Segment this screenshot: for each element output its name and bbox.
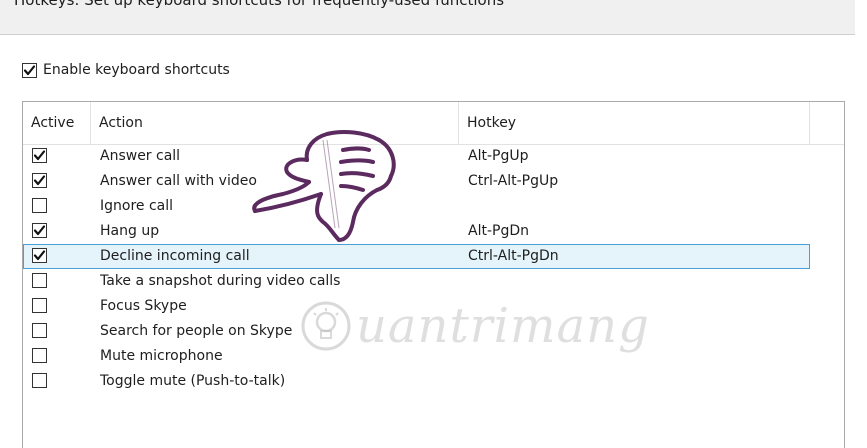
action-cell: Ignore call [100,198,174,214]
banner-text: Hotkeys: Set up keyboard shortcuts for f… [14,0,505,9]
table-row[interactable]: Search for people on Skype [23,319,810,344]
action-cell: Focus Skype [100,298,187,314]
action-cell: Answer call with video [100,173,257,189]
table-header: Active Action Hotkey [23,102,844,145]
hotkey-cell[interactable]: Ctrl-Alt-PgDn [468,248,559,264]
table-row[interactable]: Toggle mute (Push-to-talk) [23,369,810,394]
hotkeys-options-page: Hotkeys: Set up keyboard shortcuts for f… [0,0,867,448]
table-body: Answer call Alt-PgUp Answer call with vide… [23,144,844,394]
table-row[interactable]: Ignore call [23,194,810,219]
active-checkbox[interactable] [32,198,47,213]
column-header-hotkey[interactable]: Hotkey [459,102,810,144]
active-checkbox[interactable] [32,348,47,363]
active-checkbox[interactable] [32,273,47,288]
active-checkbox[interactable] [32,223,47,238]
table-row[interactable]: Mute microphone [23,344,810,369]
action-cell: Decline incoming call [100,248,250,264]
section-banner: Hotkeys: Set up keyboard shortcuts for f… [0,0,855,35]
action-cell: Toggle mute (Push-to-talk) [100,373,286,389]
action-cell: Mute microphone [100,348,223,364]
action-cell: Take a snapshot during video calls [100,273,341,289]
hotkey-cell[interactable]: Ctrl-Alt-PgUp [468,173,558,189]
active-checkbox[interactable] [32,248,47,263]
active-checkbox[interactable] [32,173,47,188]
enable-shortcuts-label: Enable keyboard shortcuts [43,62,230,78]
column-header-active[interactable]: Active [23,102,91,144]
table-row[interactable]: Hang up Alt-PgDn [23,219,810,244]
action-cell: Hang up [100,223,160,239]
hotkey-cell[interactable]: Alt-PgUp [468,148,528,164]
active-checkbox[interactable] [32,373,47,388]
table-row[interactable]: Focus Skype [23,294,810,319]
column-header-filler [810,102,844,144]
column-header-action[interactable]: Action [91,102,459,144]
active-checkbox[interactable] [32,298,47,313]
table-row[interactable]: Answer call with video Ctrl-Alt-PgUp [23,169,810,194]
action-cell: Answer call [100,148,181,164]
table-row[interactable]: Decline incoming call Ctrl-Alt-PgDn [23,244,810,269]
action-cell: Search for people on Skype [100,323,293,339]
enable-shortcuts-checkbox[interactable] [22,62,37,78]
active-checkbox[interactable] [32,148,47,163]
hotkeys-table: Active Action Hotkey Answer call Alt-PgUp… [22,101,845,448]
table-row[interactable]: Take a snapshot during video calls [23,269,810,294]
enable-shortcuts-option[interactable]: Enable keyboard shortcuts [22,59,230,81]
hotkey-cell[interactable]: Alt-PgDn [468,223,529,239]
table-row[interactable]: Answer call Alt-PgUp [23,144,810,169]
active-checkbox[interactable] [32,323,47,338]
